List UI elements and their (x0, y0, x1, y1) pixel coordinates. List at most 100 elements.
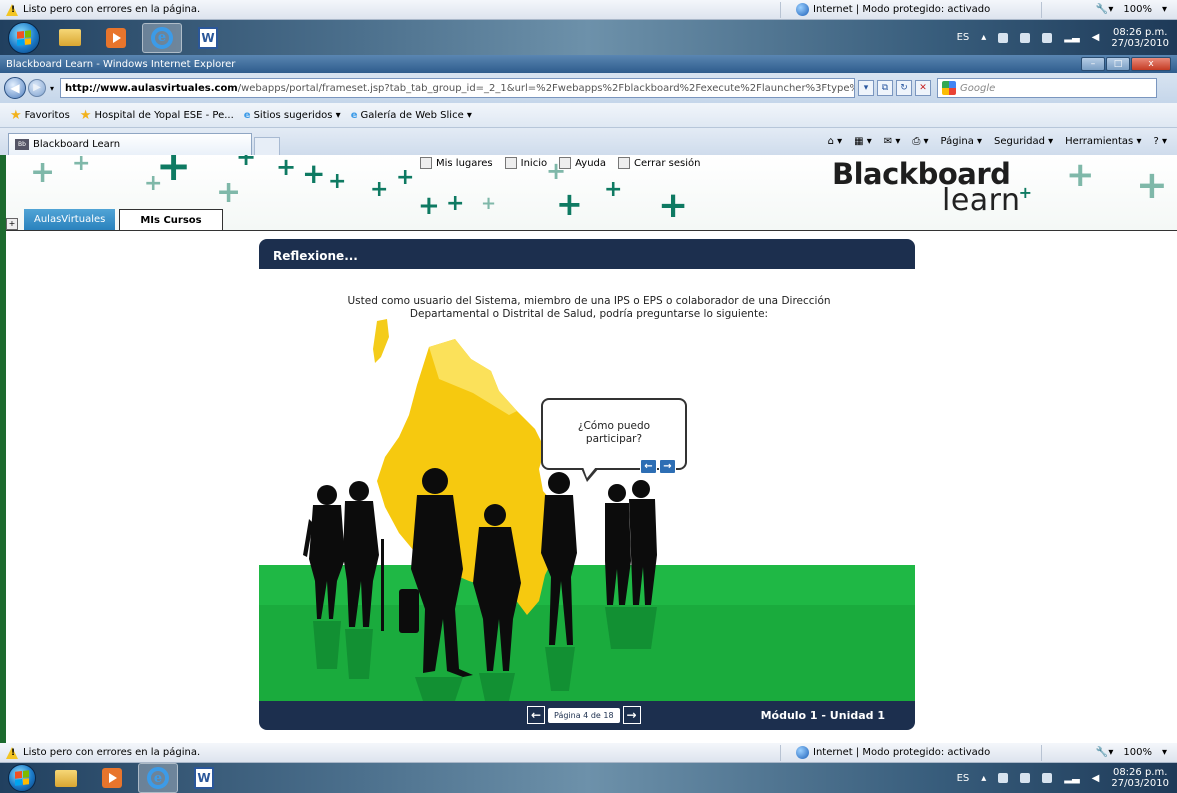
home-link[interactable]: Inicio (504, 157, 547, 169)
windows-logo-icon (15, 770, 29, 786)
media-player-taskbar-button[interactable] (96, 23, 136, 53)
course-tabs: + AulasVirtuales MIs Cursos (6, 209, 223, 230)
logout-link[interactable]: Cerrar sesión (618, 157, 700, 169)
new-tab-button[interactable] (254, 137, 280, 155)
tab-aulas-virtuales[interactable]: AulasVirtuales (24, 209, 116, 230)
print-icon[interactable]: ⎙ ▾ (912, 136, 928, 147)
url-dropdown-icon[interactable]: ▾ (858, 80, 875, 96)
window-titlebar: Blackboard Learn - Windows Internet Expl… (0, 55, 1177, 73)
volume-icon[interactable]: ◀ (1092, 773, 1100, 784)
explorer-taskbar-button[interactable] (50, 23, 90, 53)
favorites-button[interactable]: ★ Favoritos (10, 108, 70, 123)
ie-icon: e (243, 109, 251, 121)
close-button[interactable]: x (1131, 57, 1171, 71)
zoom-control[interactable]: 🔧▾ 100% ▾ (1057, 4, 1177, 15)
compat-view-icon[interactable]: ⧉ (877, 80, 894, 96)
ie-taskbar-button[interactable]: e (138, 763, 178, 793)
my-places-link[interactable]: Mis lugares (420, 157, 493, 169)
minimize-button[interactable]: – (1081, 57, 1105, 71)
volume-icon[interactable]: ◀ (1092, 32, 1100, 43)
explorer-taskbar-button[interactable] (46, 763, 86, 793)
maximize-button[interactable]: □ (1106, 57, 1130, 71)
action-center-icon[interactable] (1020, 32, 1031, 43)
zoom-control[interactable]: 🔧▾ 100% ▾ (1057, 747, 1177, 758)
google-icon (942, 81, 957, 95)
page-content: + + + + + + + + + + + + + + + + + + + + … (6, 155, 1177, 743)
stop-icon[interactable]: ✕ (915, 80, 932, 96)
security-zone[interactable]: Internet | Modo protegido: activado (796, 3, 1026, 16)
suggested-sites-link[interactable]: e Sitios sugeridos ▾ (244, 110, 341, 121)
home-icon[interactable]: ⌂ ▾ (828, 136, 843, 147)
favorite-hospital-link[interactable]: ★ Hospital de Yopal ESE - Pe... (80, 108, 234, 123)
security-zone[interactable]: Internet | Modo protegido: activado (796, 746, 1026, 759)
ie-taskbar-button[interactable]: e (142, 22, 182, 53)
window-title: Blackboard Learn - Windows Internet Expl… (6, 58, 236, 70)
page-indicator: Página 4 de 18 (548, 707, 620, 723)
blackboard-logo: Blackboard learn + (832, 157, 1033, 218)
network-icon[interactable] (1042, 32, 1053, 43)
internet-explorer-icon: e (147, 767, 169, 789)
history-dropdown-icon[interactable]: ▾ (50, 84, 54, 93)
star-icon: ★ (10, 107, 22, 123)
bubble-next-button[interactable]: → (659, 459, 676, 474)
lesson-footer: ← Página 4 de 18 → Módulo 1 - Unidad 1 (259, 701, 915, 730)
browser-tab[interactable]: Bb Blackboard Learn (8, 133, 252, 155)
bubble-prev-button[interactable]: ← (640, 459, 657, 474)
tray-arrow-icon[interactable]: ▴ (981, 773, 986, 784)
logout-icon (618, 157, 631, 169)
signal-icon[interactable]: ▂▃ (1064, 773, 1079, 784)
back-button[interactable]: ◀ (4, 77, 26, 99)
word-icon: W (198, 26, 218, 49)
media-player-icon (106, 27, 126, 48)
word-taskbar-button[interactable]: W (184, 763, 224, 793)
status-bar-bottom: Listo pero con errores en la página. Int… (0, 743, 1177, 763)
mail-icon[interactable]: ✉ ▾ (884, 136, 901, 147)
start-button[interactable] (8, 21, 40, 54)
status-bar-top: Listo pero con errores en la página. Int… (0, 0, 1177, 20)
bubble-nav: ← → (640, 459, 676, 474)
next-page-button[interactable]: → (622, 706, 641, 724)
clock[interactable]: 08:26 p.m. 27/03/2010 (1111, 767, 1169, 789)
tray-app-icon[interactable] (998, 773, 1009, 783)
command-bar: ⌂ ▾ ▦ ▾ ✉ ▾ ⎙ ▾ Página ▾ Seguridad ▾ Her… (828, 136, 1177, 147)
folder-icon (59, 29, 81, 46)
collapse-frame-icon[interactable]: + (6, 218, 18, 230)
internet-explorer-icon: e (151, 26, 173, 49)
prev-page-button[interactable]: ← (527, 706, 545, 724)
security-menu[interactable]: Seguridad ▾ (994, 136, 1053, 147)
action-center-icon[interactable] (1020, 773, 1031, 783)
help-link[interactable]: Ayuda (559, 157, 606, 169)
clock[interactable]: 08:26 p.m. 27/03/2010 (1111, 27, 1169, 49)
forward-button[interactable]: ▶ (28, 79, 46, 97)
search-input[interactable]: Google (937, 78, 1158, 98)
favorites-bar: ★ Favoritos ★ Hospital de Yopal ESE - Pe..… (0, 103, 1177, 128)
url-field[interactable]: http://www.aulasvirtuales.com/webapps/po… (60, 78, 856, 98)
tray-arrow-icon[interactable]: ▴ (981, 32, 986, 43)
my-places-icon (420, 157, 432, 169)
add-favorite-icon: ★ (79, 107, 92, 123)
web-slice-gallery-link[interactable]: e Galería de Web Slice ▾ (351, 110, 472, 121)
folder-icon (55, 769, 77, 787)
tools-menu[interactable]: Herramientas ▾ (1065, 136, 1141, 147)
language-indicator[interactable]: ES (957, 773, 970, 784)
tray-app-icon[interactable] (998, 32, 1009, 43)
tab-mis-cursos[interactable]: MIs Cursos (119, 209, 223, 230)
network-icon[interactable] (1042, 773, 1053, 783)
signal-icon[interactable]: ▂▃ (1064, 32, 1079, 43)
language-indicator[interactable]: ES (957, 32, 970, 43)
media-player-taskbar-button[interactable] (92, 763, 132, 793)
top-links: Mis lugares Inicio Ayuda Cerrar sesión (420, 157, 700, 169)
warning-icon[interactable] (6, 746, 19, 759)
help-icon[interactable]: ? ▾ (1153, 136, 1167, 147)
feeds-icon[interactable]: ▦ ▾ (854, 136, 872, 147)
taskbar-top: e W ES ▴ ▂▃ ◀ 08:26 p.m. 27/03/2010 (0, 20, 1177, 55)
start-button[interactable] (8, 764, 36, 792)
word-taskbar-button[interactable]: W (188, 23, 228, 53)
system-tray: ES ▴ ▂▃ ◀ 08:26 p.m. 27/03/2010 (957, 767, 1177, 789)
warning-icon[interactable] (6, 3, 19, 16)
refresh-icon[interactable]: ↻ (896, 80, 913, 96)
home-icon (504, 157, 517, 169)
status-message: Listo pero con errores en la página. (23, 747, 201, 758)
page-menu[interactable]: Página ▾ (941, 136, 983, 147)
lesson-frame: Reflexione... Usted como usuario del Sis… (259, 239, 915, 730)
